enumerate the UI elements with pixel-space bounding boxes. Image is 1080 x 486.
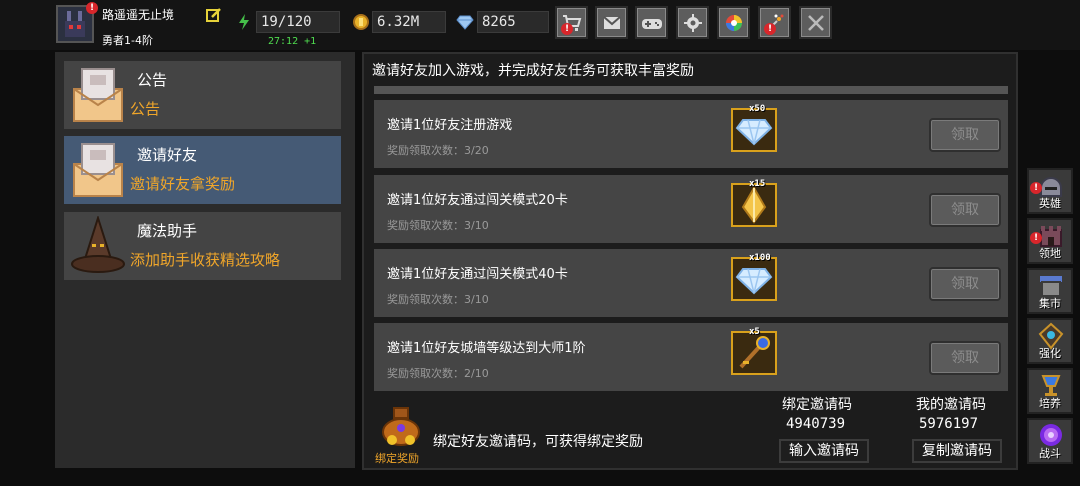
mail-button[interactable]: [595, 6, 628, 39]
settings-gear-icon: [683, 14, 702, 32]
nav-market-button[interactable]: 集市: [1027, 268, 1073, 314]
nav-label: 英雄: [1039, 197, 1061, 210]
enter-invite-code-button[interactable]: 输入邀请码: [779, 439, 869, 463]
task-count: 奖励领取次数：3/20: [387, 144, 489, 157]
menu-title: 邀请好友: [137, 146, 198, 164]
menu-subtitle: 邀请好友拿奖励: [130, 175, 236, 193]
bind-code-value: 4940739: [786, 416, 846, 432]
treasure-bag-icon: [382, 407, 420, 446]
claim-button[interactable]: 领取: [929, 193, 1001, 227]
wizard-hat-icon: [71, 216, 125, 273]
menu-item-invite-friends[interactable]: 邀请好友 邀请好友拿奖励: [64, 136, 341, 204]
claim-button[interactable]: 领取: [929, 118, 1001, 152]
nav-enhance-button[interactable]: 强化: [1027, 318, 1073, 364]
battle-button[interactable]: [799, 6, 832, 39]
menu-subtitle: 添加助手收获精选攻略: [130, 251, 281, 269]
nav-label: 强化: [1039, 347, 1061, 360]
invite-header: 邀请好友加入游戏，并完成好友任务可获取丰富奖励: [372, 63, 694, 79]
reward-slot[interactable]: [731, 108, 777, 152]
diamond-icon: [735, 268, 773, 295]
task-title: 邀请1位好友城墙等级达到大师1阶: [387, 341, 586, 356]
nav-label: 领地: [1039, 247, 1061, 260]
energy-timer: 27:12 +1: [268, 36, 317, 47]
scroll-icon: [73, 68, 123, 122]
player-rank: 勇者1-4阶: [102, 34, 153, 47]
avatar-alert-icon: !: [86, 2, 98, 14]
mail-icon: [602, 16, 621, 29]
gamepad-icon: [641, 19, 662, 29]
gamepad-button[interactable]: [635, 6, 668, 39]
bind-reward-label: 绑定奖励: [375, 452, 419, 465]
menu-item-announcement[interactable]: 公告 公告: [64, 61, 341, 129]
menu-item-magic-assistant[interactable]: 魔法助手 添加助手收获精选攻略: [64, 212, 341, 280]
bind-code-title: 绑定邀请码: [782, 397, 852, 413]
crossed-swords-icon: [807, 15, 824, 31]
gold-coin-icon: [353, 14, 369, 30]
magic-key-icon: [739, 336, 770, 369]
shop-alert-icon: !: [561, 23, 573, 35]
reward-quantity: x100: [749, 253, 771, 263]
task-row: 邀请1位好友通过闯关模式40卡 奖励领取次数：3/10 x100 领取: [374, 249, 1008, 317]
reward-quantity: x15: [749, 179, 766, 189]
task-title: 邀请1位好友通过闯关模式20卡: [387, 193, 568, 208]
gem-icon: [456, 15, 474, 30]
claim-button[interactable]: 领取: [929, 267, 1001, 301]
divider: [374, 86, 1008, 94]
reward-slot[interactable]: [731, 257, 777, 301]
menu-subtitle: 公告: [130, 100, 161, 118]
task-title: 邀请1位好友通过闯关模式40卡: [387, 267, 568, 282]
player-name: 路遥遥无止境: [102, 8, 175, 22]
settings-button[interactable]: [676, 6, 709, 39]
gold-value: 6.32M: [372, 11, 446, 33]
task-row: 邀请1位好友注册游戏 奖励领取次数：3/20 x50 领取: [374, 100, 1008, 168]
energy-value: 19/120: [256, 11, 340, 33]
copy-invite-code-button[interactable]: 复制邀请码: [912, 439, 1002, 463]
color-wheel-icon: [725, 15, 742, 31]
energy-icon: [239, 14, 249, 30]
edit-name-icon[interactable]: [206, 7, 222, 23]
task-count: 奖励领取次数：3/10: [387, 293, 489, 306]
fireworks-button[interactable]: [758, 6, 791, 39]
menu-title: 魔法助手: [137, 222, 198, 240]
task-count: 奖励领取次数：2/10: [387, 367, 489, 380]
scroll-icon: [73, 143, 123, 197]
color-wheel-button[interactable]: [717, 6, 750, 39]
reward-quantity: x50: [749, 104, 766, 114]
my-code-value: 5976197: [919, 416, 979, 432]
nav-label: 战斗: [1039, 447, 1061, 460]
task-title: 邀请1位好友注册游戏: [387, 118, 513, 133]
fireworks-alert-icon: !: [764, 23, 776, 35]
nav-cultivate-button[interactable]: 培养: [1027, 368, 1073, 414]
bind-description: 绑定好友邀请码，可获得绑定奖励: [433, 434, 643, 450]
nav-label: 集市: [1039, 297, 1061, 310]
reward-quantity: x5: [749, 327, 760, 337]
reward-slot[interactable]: [731, 183, 777, 227]
menu-title: 公告: [137, 71, 168, 89]
nav-battle-button[interactable]: 战斗: [1027, 418, 1073, 464]
diamond-icon: [735, 119, 773, 146]
task-count: 奖励领取次数：3/10: [387, 219, 489, 232]
claim-button[interactable]: 领取: [929, 341, 1001, 375]
task-row: 邀请1位好友城墙等级达到大师1阶 奖励领取次数：2/10 x5 领取: [374, 323, 1008, 391]
shop-button[interactable]: [555, 6, 588, 39]
gem-value: 8265: [477, 11, 549, 33]
my-code-title: 我的邀请码: [916, 397, 986, 413]
territory-alert-icon: !: [1030, 232, 1042, 244]
hero-alert-icon: !: [1030, 182, 1042, 194]
task-row: 邀请1位好友通过闯关模式20卡 奖励领取次数：3/10 x15 领取: [374, 175, 1008, 243]
nav-label: 培养: [1039, 397, 1061, 410]
reward-slot[interactable]: [731, 331, 777, 375]
gold-crystal-icon: [741, 186, 767, 224]
